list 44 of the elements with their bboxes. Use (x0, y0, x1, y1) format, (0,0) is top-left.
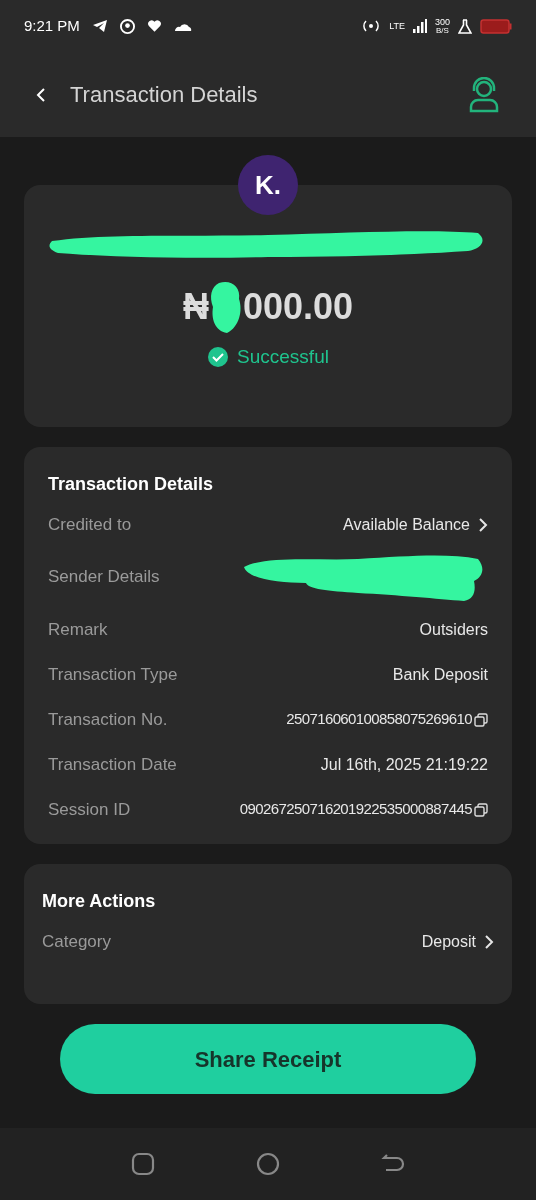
row-value[interactable]: Available Balance (343, 512, 470, 537)
share-receipt-button[interactable]: Share Receipt (60, 1024, 476, 1094)
flask-icon (458, 18, 472, 34)
battery-icon (480, 18, 512, 34)
status-text: Successful (237, 345, 329, 369)
row-label: Session ID (48, 798, 131, 821)
row-value: Jul 16th, 2025 21:19:22 (320, 754, 488, 775)
heart-icon (146, 19, 162, 33)
currency-symbol: ₦ (182, 285, 209, 329)
copy-icon[interactable] (474, 712, 488, 727)
status-time: 9:21 PM (24, 15, 80, 36)
row-value: 250716060100858075269610 (286, 709, 472, 730)
pin-circle-icon (119, 18, 135, 34)
row-label: Sender Details (48, 566, 160, 589)
copy-icon[interactable] (474, 802, 488, 817)
signal-icon (412, 19, 427, 33)
recents-icon[interactable] (130, 1152, 155, 1176)
section-title: Transaction Details (48, 473, 215, 496)
back-icon[interactable] (36, 86, 46, 103)
network-type: LTE (389, 21, 405, 31)
chevron-right-icon (484, 934, 494, 949)
page-title: Transaction Details (70, 81, 258, 109)
chevron-right-icon (478, 517, 488, 532)
row-label: Transaction No. (48, 708, 168, 731)
data-speed: 300 (434, 17, 450, 27)
row-value[interactable]: Deposit (421, 929, 476, 954)
data-speed-unit: B/S (436, 26, 449, 35)
amount: 000.00 (242, 285, 354, 329)
row-label: Category (42, 930, 111, 953)
row-label: Credited to (48, 513, 132, 536)
row-value: Bank Deposit (392, 664, 488, 685)
hotspot-icon (361, 19, 382, 33)
redaction-scribble (208, 279, 243, 335)
row-value: Outsiders (419, 619, 488, 640)
check-circle-icon (207, 346, 230, 369)
section-title: More Actions (42, 890, 157, 913)
row-label: Transaction Type (48, 663, 178, 686)
home-icon[interactable] (256, 1152, 280, 1176)
row-label: Transaction Date (48, 753, 177, 776)
send-icon (91, 19, 108, 33)
row-value: 090267250716201922535000887445 (239, 799, 472, 820)
support-agent-icon[interactable] (468, 76, 500, 113)
row-label: Remark (48, 618, 108, 641)
app-logo: K. (238, 155, 298, 215)
